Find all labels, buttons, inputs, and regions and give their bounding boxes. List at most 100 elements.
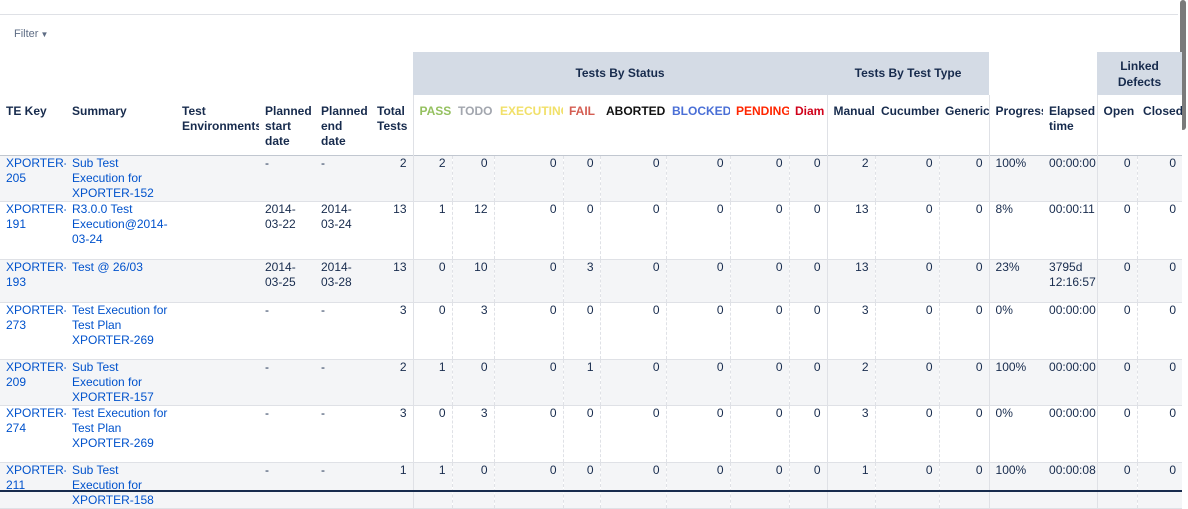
cell-planned-start: - [265,360,269,374]
cell-closed: 0 [1136,405,1183,463]
cell-fail: 0 [562,155,600,202]
summary-link[interactable]: R3.0.0 Test Execution@2014-03-24 [72,202,168,246]
issue-key-link[interactable]: XPORTER-273 [6,303,66,332]
cell-planned-start: - [265,303,269,317]
cell-cucumber: 0 [874,259,940,303]
col-te-key[interactable]: TE Key [0,95,66,156]
cell-test-environments [176,303,259,360]
summary-link[interactable]: Test @ 26/03 [72,260,143,274]
cell-pending: 0 [729,155,789,202]
cell-todo: 10 [451,259,494,303]
col-elapsed-time[interactable]: Elapsed time [1043,95,1098,156]
issue-key-link[interactable]: XPORTER-211 [6,463,66,492]
issue-key-link[interactable]: XPORTER-274 [6,406,66,435]
cell-blocked: 0 [665,259,730,303]
cell-aborted: 0 [599,462,666,509]
table-row: XPORTER-273 Test Execution for Test Plan … [0,302,1183,360]
col-fail[interactable]: FAIL [563,95,600,156]
issue-key-link[interactable]: XPORTER-193 [6,260,66,289]
col-planned-end-date[interactable]: Planned end date [315,95,371,156]
cell-summary: Sub Test Execution for XPORTER-157 [66,360,176,406]
cell-planned-start: - [265,156,269,170]
cell-fail: 0 [562,302,600,360]
cell-summary: Test @ 26/03 [66,260,176,303]
cell-planned-start: 2014-03-25 [265,260,296,289]
cell-pass: 1 [412,201,452,260]
summary-link[interactable]: Sub Test Execution for XPORTER-157 [72,360,154,404]
col-diam[interactable]: Diam [789,95,828,156]
filter-dropdown[interactable]: Filter ▼ [14,28,48,40]
summary-link[interactable]: Sub Test Execution for XPORTER-152 [72,156,154,200]
cell-closed: 0 [1136,259,1183,303]
cell-blocked: 0 [665,359,730,406]
cell-todo: 3 [451,405,494,463]
group-header-row: Tests By Status Tests By Test Type Linke… [0,52,1183,95]
cell-executing: 0 [493,201,563,260]
cell-test-environments [176,360,259,406]
cell-pending: 0 [729,302,789,360]
col-aborted[interactable]: ABORTED [600,95,666,156]
col-cucumber[interactable]: Cucumber [875,95,940,156]
cell-todo: 0 [451,155,494,202]
summary-link[interactable]: Test Execution for Test Plan XPORTER-269 [72,303,167,347]
cell-generic: 0 [938,359,990,406]
cell-planned-end: - [321,360,325,374]
cell-diam: 0 [788,259,828,303]
col-progress[interactable]: Progress [988,95,1044,156]
cell-open: 0 [1096,201,1138,260]
col-open[interactable]: Open [1096,95,1138,156]
issue-key-link[interactable]: XPORTER-209 [6,360,66,389]
cell-test-environments [176,156,259,202]
cell-elapsed-time: 00:00:11 [1049,202,1095,216]
filter-label: Filter [14,28,39,40]
col-executing[interactable]: EXECUTING [494,95,563,156]
cell-closed: 0 [1136,201,1183,260]
cell-pass: 2 [412,155,452,202]
col-total-tests[interactable]: Total Tests [371,95,413,156]
col-planned-start-date[interactable]: Planned start date [259,95,315,156]
col-generic[interactable]: Generic [939,95,990,156]
cell-open: 0 [1096,405,1138,463]
cell-executing: 0 [493,405,563,463]
table-row: XPORTER-193 Test @ 26/03 2014-03-25 2014-03… [0,259,1183,303]
cell-pending: 0 [729,405,789,463]
issue-key-link[interactable]: XPORTER-205 [6,156,66,185]
issue-key-link[interactable]: XPORTER-191 [6,202,66,231]
cell-executing: 0 [493,302,563,360]
col-summary[interactable]: Summary [66,95,176,156]
test-executions-table: Tests By Status Tests By Test Type Linke… [0,52,1183,509]
cell-pending: 0 [729,359,789,406]
cell-executing: 0 [493,462,563,509]
cell-elapsed-time: 00:00:00 [1049,360,1096,374]
summary-link[interactable]: Sub Test Execution for XPORTER-158 [72,463,154,507]
cell-aborted: 0 [599,302,666,360]
col-closed[interactable]: Closed [1137,95,1183,156]
col-todo[interactable]: TODO [452,95,494,156]
cell-te-key: XPORTER-274 [0,406,66,463]
summary-link[interactable]: Test Execution for Test Plan XPORTER-269 [72,406,167,450]
cell-diam: 0 [788,201,828,260]
cell-summary: Test Execution for Test Plan XPORTER-269 [66,303,176,360]
col-pending[interactable]: PENDING [730,95,789,156]
cell-blocked: 0 [665,302,730,360]
cell-test-environments [176,260,259,303]
col-blocked[interactable]: BLOCKED [666,95,730,156]
cell-summary: R3.0.0 Test Execution@2014-03-24 [66,202,176,260]
cell-generic: 0 [938,405,990,463]
cell-manual: 2 [826,359,876,406]
cell-elapsed-time: 00:00:08 [1049,463,1096,477]
col-test-environments[interactable]: Test Environments [176,95,259,156]
cell-aborted: 0 [599,405,666,463]
cell-elapsed-time: 00:00:00 [1049,303,1096,317]
cell-pass: 1 [412,462,452,509]
cell-open: 0 [1096,155,1138,202]
cell-fail: 0 [562,405,600,463]
cell-cucumber: 0 [874,462,940,509]
col-pass[interactable]: PASS [412,95,452,156]
table-row: XPORTER-211 Sub Test Execution for XPORTE… [0,462,1183,509]
cell-planned-end: - [321,303,325,317]
cell-planned-start: - [265,406,269,420]
cell-generic: 0 [938,201,990,260]
cell-aborted: 0 [599,201,666,260]
col-manual[interactable]: Manual [826,95,876,156]
